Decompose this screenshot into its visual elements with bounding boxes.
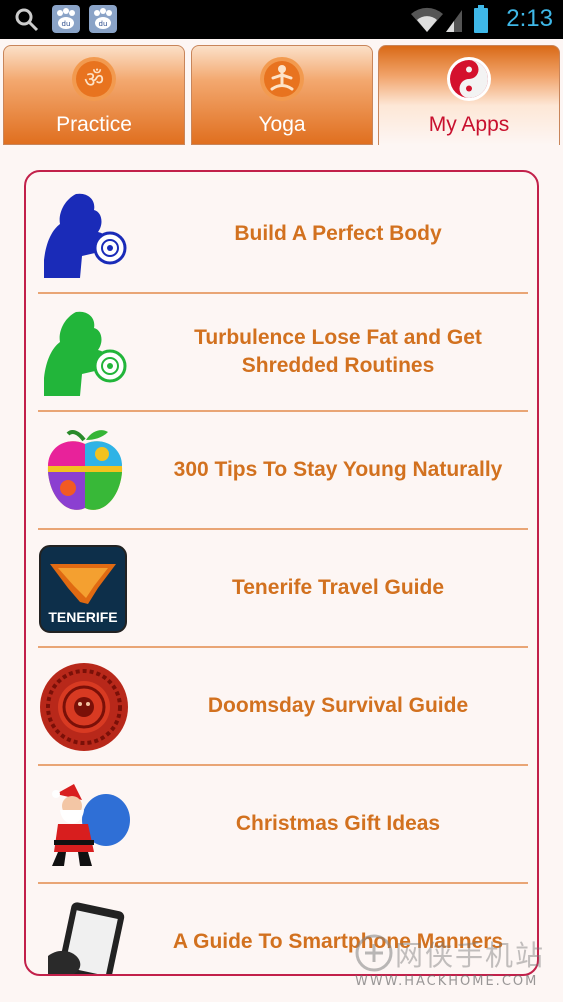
- baidu-icon: du: [89, 5, 117, 33]
- app-title: Tenerife Travel Guide: [231, 576, 445, 599]
- watermark-url: WWW.HACKHOME.COM: [355, 974, 539, 989]
- baidu-icon: du: [52, 5, 80, 33]
- list-item[interactable]: 300 Tips To Stay Young Naturally: [38, 412, 528, 530]
- list-item[interactable]: Doomsday Survival Guide: [38, 648, 528, 766]
- svg-text:ॐ: ॐ: [84, 68, 104, 93]
- santa-icon: [52, 784, 130, 866]
- list-item[interactable]: TENERIFE Tenerife Travel Guide: [38, 530, 528, 648]
- svg-text:du: du: [99, 20, 108, 28]
- tab-practice[interactable]: ॐ Practice: [3, 45, 185, 145]
- tab-label: Practice: [56, 113, 132, 136]
- meditation-icon: [260, 57, 304, 101]
- tab-bar: ॐ Practice Yoga My Apps: [0, 39, 563, 147]
- tenerife-label: TENERIFE: [48, 609, 117, 625]
- app-title: Build A Perfect Body: [234, 222, 442, 245]
- tab-my-apps[interactable]: My Apps: [378, 45, 560, 145]
- app-title: Christmas Gift Ideas: [235, 812, 441, 835]
- signal-icon: [446, 10, 462, 32]
- svg-text:du: du: [62, 20, 71, 28]
- wifi-icon: [411, 7, 443, 32]
- aztec-calendar-icon: [40, 663, 128, 751]
- tenerife-icon: TENERIFE: [39, 545, 127, 633]
- yin-yang-icon: [447, 57, 491, 101]
- status-bar: du du 2:13: [0, 0, 563, 39]
- list-item[interactable]: A Guide To Smartphone Manners: [38, 884, 528, 974]
- list-item[interactable]: Christmas Gift Ideas: [38, 766, 528, 884]
- battery-icon: [474, 5, 488, 33]
- om-icon: ॐ: [72, 57, 116, 101]
- list-item[interactable]: Build A Perfect Body: [38, 176, 528, 294]
- blue-bodybuilder-icon: [44, 193, 127, 278]
- search-icon: [15, 8, 39, 32]
- smartphone-icon: [48, 902, 125, 974]
- app-title: A Guide To Smartphone Manners: [172, 930, 504, 953]
- tab-label: My Apps: [428, 113, 510, 136]
- app-title: 300 Tips To Stay Young Naturally: [173, 458, 503, 481]
- tab-label: Yoga: [258, 113, 306, 136]
- clock: 2:13: [506, 5, 553, 32]
- tab-yoga[interactable]: Yoga: [191, 45, 373, 145]
- app-list: Build A Perfect Body Turbulence Lose Fat…: [24, 170, 539, 976]
- app-title: Doomsday Survival Guide: [207, 694, 469, 717]
- list-item[interactable]: Turbulence Lose Fat and Get Shredded Rou…: [38, 294, 528, 412]
- puzzle-apple-icon: [47, 430, 123, 510]
- green-bodybuilder-icon: [44, 311, 127, 396]
- app-title: Turbulence Lose Fat and Get Shredded Rou…: [194, 326, 482, 377]
